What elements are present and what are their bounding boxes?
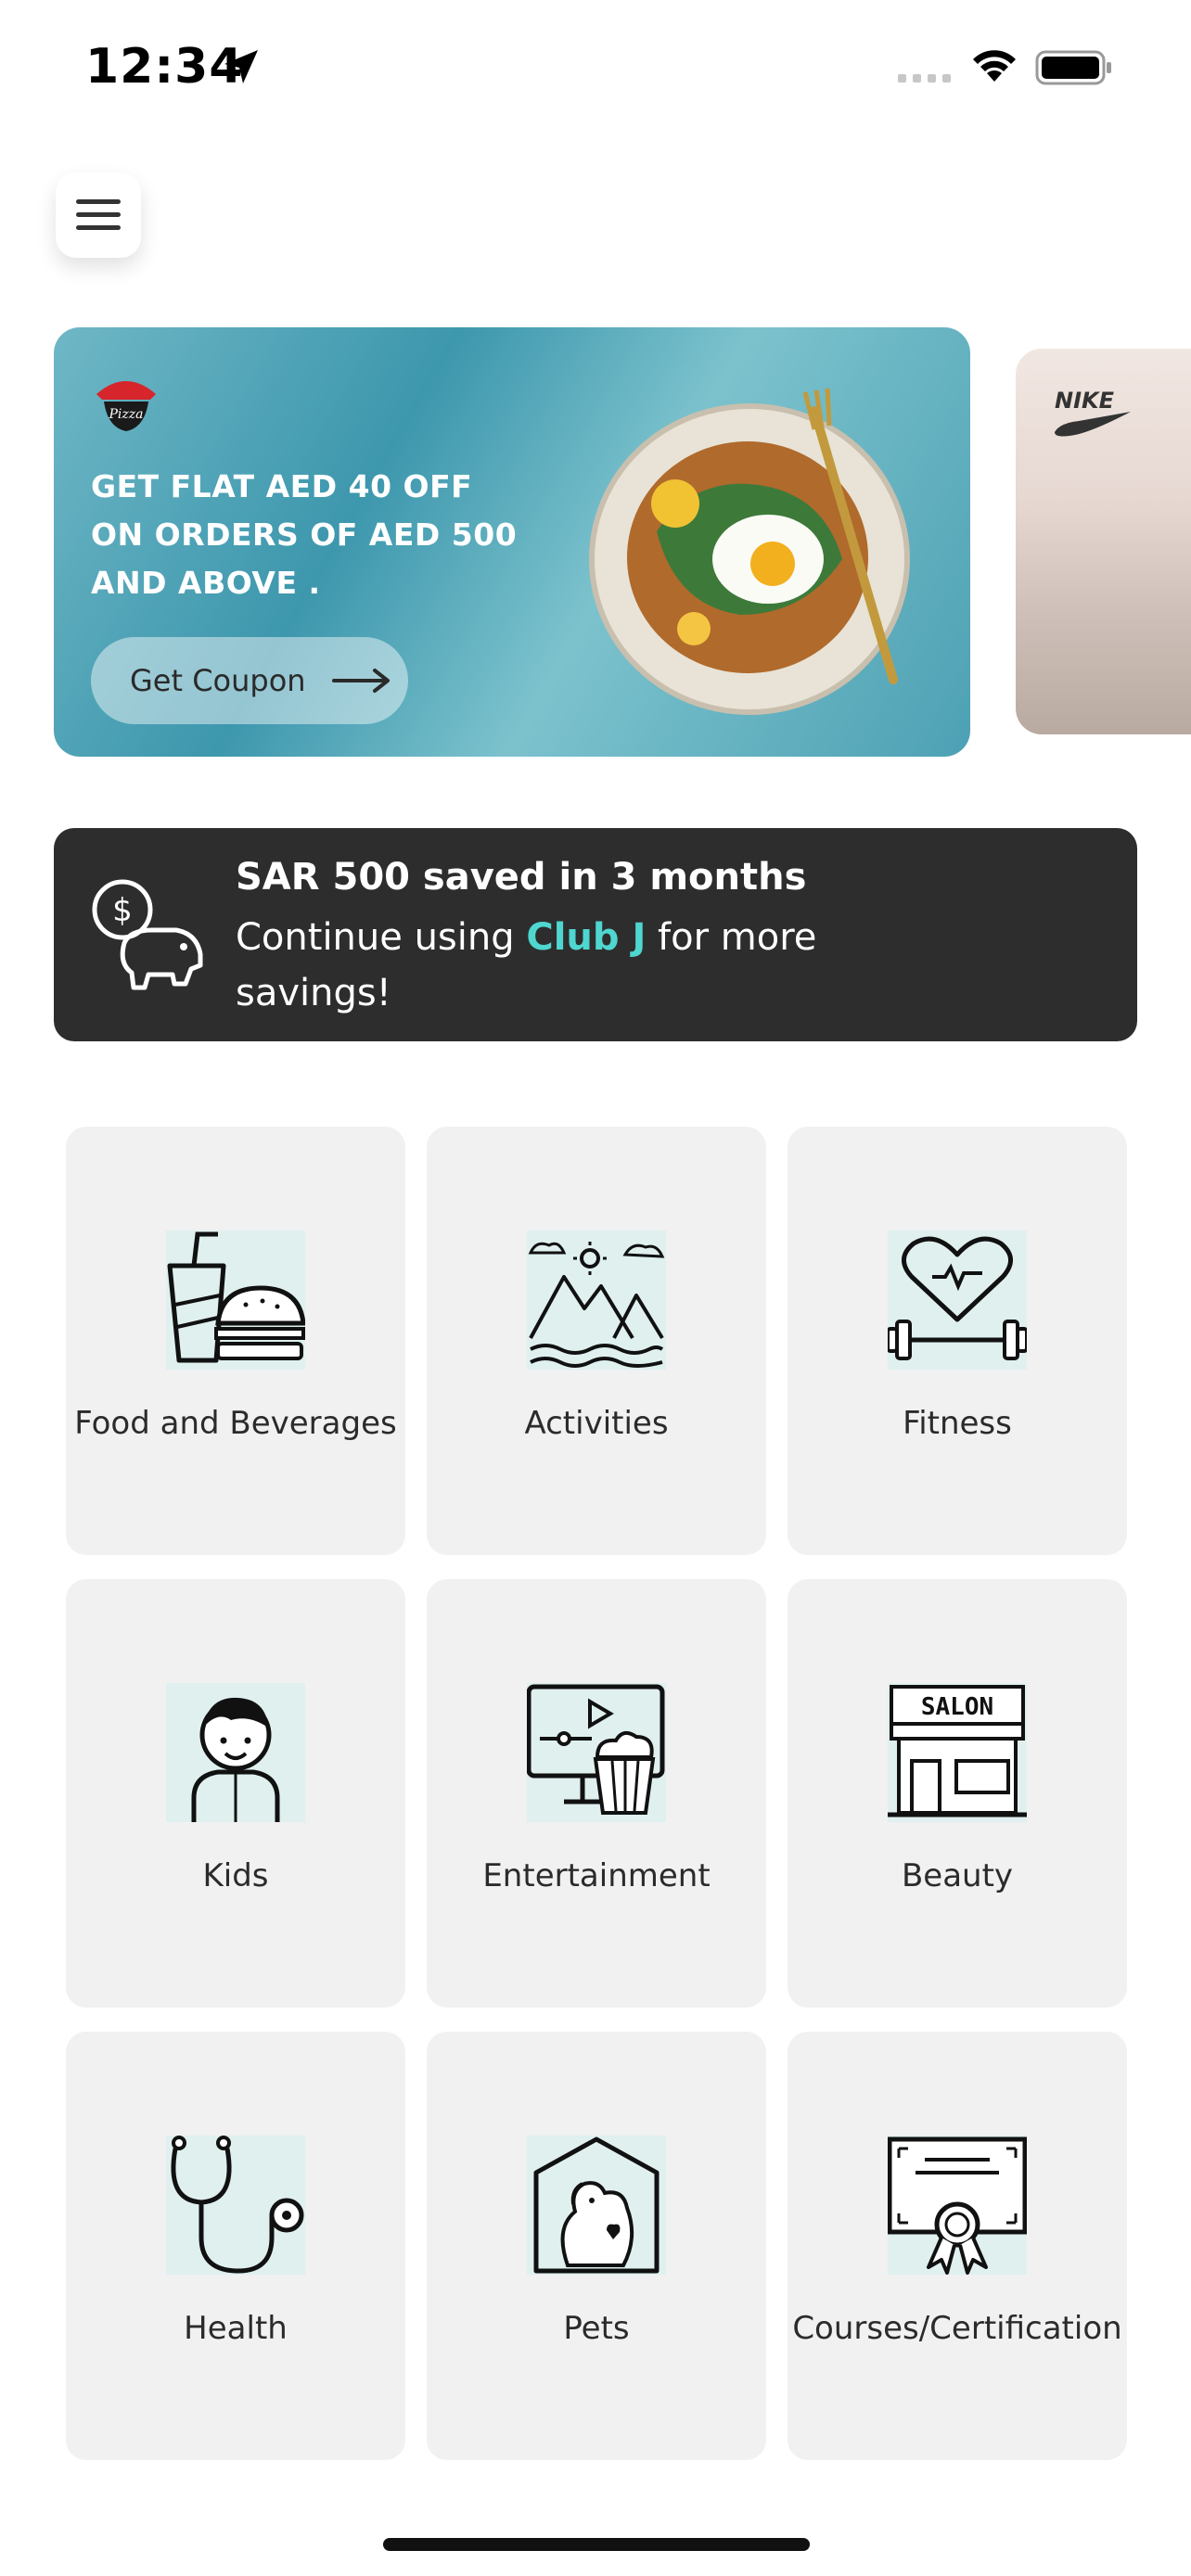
heart-dumbbell-icon [888, 1231, 1027, 1370]
category-label: Health [184, 2310, 288, 2347]
category-beauty[interactable]: SALON Beauty [788, 1579, 1127, 2008]
pizza-hut-logo: Pizza [96, 381, 156, 431]
category-kids[interactable]: Kids [66, 1579, 405, 2008]
mountains-icon [527, 1231, 666, 1370]
popcorn-screen-icon [527, 1683, 666, 1822]
wifi-icon [973, 50, 1016, 82]
category-label: Pets [563, 2310, 630, 2347]
category-activities[interactable]: Activities [427, 1127, 766, 1555]
category-health[interactable]: Health [66, 2032, 405, 2460]
pet-house-icon [527, 2136, 666, 2275]
category-label: Kids [202, 1857, 269, 1894]
category-food-and-beverages[interactable]: Food and Beverages [66, 1127, 405, 1555]
club-brand-name: Club J [526, 916, 647, 959]
savings-message: Continue using Club J for more savings! [236, 910, 922, 1021]
svg-text:$: $ [112, 892, 133, 929]
svg-text:SALON: SALON [921, 1693, 993, 1721]
nike-logo: NIKE [1055, 388, 1131, 437]
category-label: Fitness [903, 1405, 1012, 1442]
battery-icon [1035, 50, 1111, 85]
menu-button[interactable] [56, 172, 141, 258]
certificate-icon [888, 2136, 1027, 2275]
category-label: Courses/Certification [792, 2310, 1122, 2347]
stethoscope-icon [166, 2136, 305, 2275]
savings-title: SAR 500 saved in 3 months [236, 856, 807, 899]
category-fitness[interactable]: Fitness [788, 1127, 1127, 1555]
arrow-right-icon [331, 669, 390, 693]
next-promo-banner[interactable]: NIKE [1016, 349, 1191, 734]
category-label: Entertainment [482, 1857, 711, 1894]
savings-message-prefix: Continue using [236, 916, 527, 959]
child-icon [166, 1683, 305, 1822]
home-indicator[interactable] [383, 2538, 810, 2551]
category-label: Beauty [901, 1857, 1014, 1894]
category-pets[interactable]: Pets [427, 2032, 766, 2460]
category-courses-certification[interactable]: Courses/Certification [788, 2032, 1127, 2460]
food-beverage-icon [166, 1231, 305, 1370]
piggy-bank-icon: $ [92, 879, 203, 990]
svg-text:NIKE: NIKE [1055, 388, 1115, 414]
cellular-signal-icon [898, 74, 951, 83]
get-coupon-button[interactable]: Get Coupon [91, 637, 408, 724]
salon-icon: SALON [888, 1683, 1027, 1822]
category-label: Activities [524, 1405, 669, 1442]
category-label: Food and Beverages [74, 1405, 397, 1442]
food-plate-image [589, 388, 910, 715]
get-coupon-label: Get Coupon [130, 663, 306, 698]
savings-card: $ SAR 500 saved in 3 months Continue usi… [54, 828, 1137, 1041]
status-bar: 12:34 [0, 0, 1191, 139]
promo-banner[interactable]: Pizza GET FLAT AED 40 OFF ON ORDERS OF A… [54, 327, 970, 757]
category-entertainment[interactable]: Entertainment [427, 1579, 766, 2008]
banner-offer-text: GET FLAT AED 40 OFF ON ORDERS OF AED 500… [91, 468, 518, 601]
hamburger-icon [76, 199, 121, 230]
location-arrow-icon [224, 50, 258, 83]
category-grid: Food and Beverages Activities Fitness Ki… [66, 1127, 1128, 2460]
svg-text:Pizza: Pizza [109, 407, 144, 422]
